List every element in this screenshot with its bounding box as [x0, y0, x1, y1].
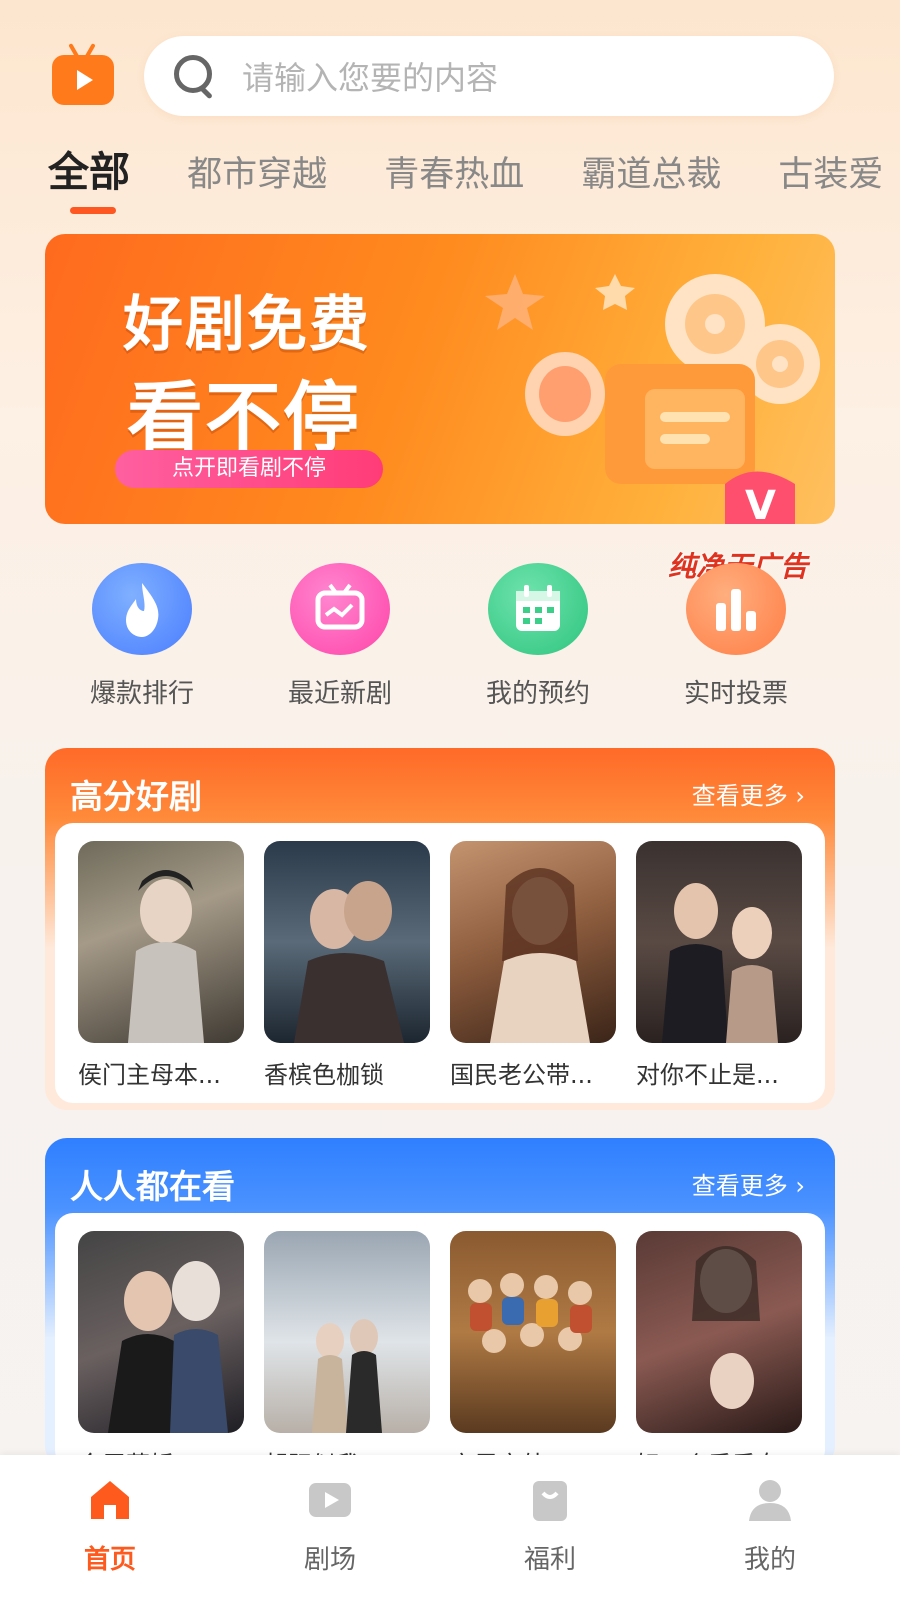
drama-poster: [636, 1231, 802, 1433]
tab-costume[interactable]: 古装爱: [778, 143, 883, 207]
chevron-right-icon: ›: [795, 782, 805, 810]
drama-poster: [450, 841, 616, 1043]
bottom-nav: 首页 剧场 福利 我的: [0, 1455, 900, 1600]
tab-youth[interactable]: 青春热血: [384, 143, 524, 207]
drama-poster: [78, 1231, 244, 1433]
nav-label: 剧场: [303, 1545, 356, 1575]
drama-poster: [264, 1231, 430, 1433]
nav-label: 我的: [743, 1545, 796, 1575]
play-box-icon: [305, 1475, 355, 1525]
drama-poster: [264, 841, 430, 1043]
nav-label: 福利: [523, 1545, 576, 1575]
gift-icon: [525, 1475, 575, 1525]
section-content: 侯门主母本... 香槟色枷锁 国民老公带... 对你不止是...: [55, 823, 825, 1103]
section-title: 高分好剧: [70, 777, 202, 816]
banner-title: 好剧免费: [123, 290, 371, 360]
quick-actions: 爆款排行 最近新剧 我的预约 实时投票: [42, 563, 842, 713]
banner-pill: 点开即看剧不停: [115, 450, 383, 488]
quick-label: 实时投票: [683, 679, 788, 709]
movie-camera-illustration: V: [485, 274, 820, 524]
calendar-icon: [488, 563, 588, 655]
nav-theater[interactable]: 剧场: [270, 1475, 390, 1576]
chevron-right-icon: ›: [795, 1172, 805, 1200]
bar-chart-icon: [686, 563, 786, 655]
section-top-rated: 高分好剧 查看更多 › 侯门主母本... 香槟色枷锁 国民老公带... 对你不止…: [45, 748, 835, 1110]
drama-title: 香槟色枷锁: [264, 1061, 384, 1089]
quick-label: 最近新剧: [287, 679, 392, 709]
drama-card[interactable]: 朝阳似我: [264, 1231, 430, 1480]
nav-home[interactable]: 首页: [50, 1475, 170, 1576]
nav-benefits[interactable]: 福利: [490, 1475, 610, 1576]
flame-icon: [92, 563, 192, 655]
svg-text:V: V: [745, 483, 776, 524]
category-tabs: 全部 都市穿越 青春热血 霸道总裁 古装爱: [48, 140, 900, 220]
drama-title: 侯门主母本...: [78, 1061, 221, 1089]
quick-my-reservations[interactable]: 我的预约: [438, 563, 638, 710]
drama-card[interactable]: 侯门主母本...: [78, 841, 244, 1090]
search-bar[interactable]: 请输入您要的内容: [144, 36, 834, 116]
drama-poster: [450, 1231, 616, 1433]
view-more-label: 查看更多: [691, 782, 788, 810]
quick-live-voting[interactable]: 实时投票: [636, 563, 836, 710]
drama-card[interactable]: 金屋藏娇: [78, 1231, 244, 1480]
tab-urban-timetravel[interactable]: 都市穿越: [187, 143, 327, 207]
tv-icon: [290, 563, 390, 655]
drama-poster: [636, 841, 802, 1043]
search-placeholder: 请输入您要的内容: [242, 59, 499, 97]
drama-card[interactable]: 对你不止是...: [636, 841, 802, 1090]
section-title: 人人都在看: [70, 1167, 235, 1206]
drama-title: 对你不止是...: [636, 1061, 779, 1089]
tab-all[interactable]: 全部: [48, 140, 130, 214]
promo-banner[interactable]: 好剧免费 看不停 点开即看剧不停 V: [45, 234, 835, 524]
drama-card[interactable]: 好一个乖乖女: [636, 1231, 802, 1480]
nav-profile[interactable]: 我的: [710, 1475, 830, 1576]
view-more-link[interactable]: 查看更多 ›: [692, 1166, 805, 1201]
view-more-label: 查看更多: [691, 1172, 788, 1200]
section-content: 金屋藏娇 朝阳似我 家里家外2 好一个乖乖女: [55, 1213, 825, 1479]
tv-logo-icon[interactable]: [52, 55, 114, 105]
nav-label: 首页: [83, 1545, 136, 1575]
header: 请输入您要的内容: [0, 0, 900, 140]
drama-card[interactable]: 家里家外2: [450, 1231, 616, 1480]
view-more-link[interactable]: 查看更多 ›: [692, 776, 805, 811]
quick-new-dramas[interactable]: 最近新剧: [240, 563, 440, 710]
search-icon: [170, 51, 220, 101]
quick-hot-ranking[interactable]: 爆款排行: [42, 563, 242, 710]
drama-title: 国民老公带...: [450, 1061, 593, 1089]
user-icon: [745, 1475, 795, 1525]
quick-label: 我的预约: [485, 679, 590, 709]
drama-card[interactable]: 香槟色枷锁: [264, 841, 430, 1090]
quick-label: 爆款排行: [89, 679, 194, 709]
tab-ceo[interactable]: 霸道总裁: [581, 143, 721, 207]
section-trending: 人人都在看 查看更多 › 金屋藏娇 朝阳似我 家里家外2 好一个乖乖女: [45, 1138, 835, 1479]
home-icon: [85, 1475, 135, 1525]
drama-card[interactable]: 国民老公带...: [450, 841, 616, 1090]
drama-poster: [78, 841, 244, 1043]
